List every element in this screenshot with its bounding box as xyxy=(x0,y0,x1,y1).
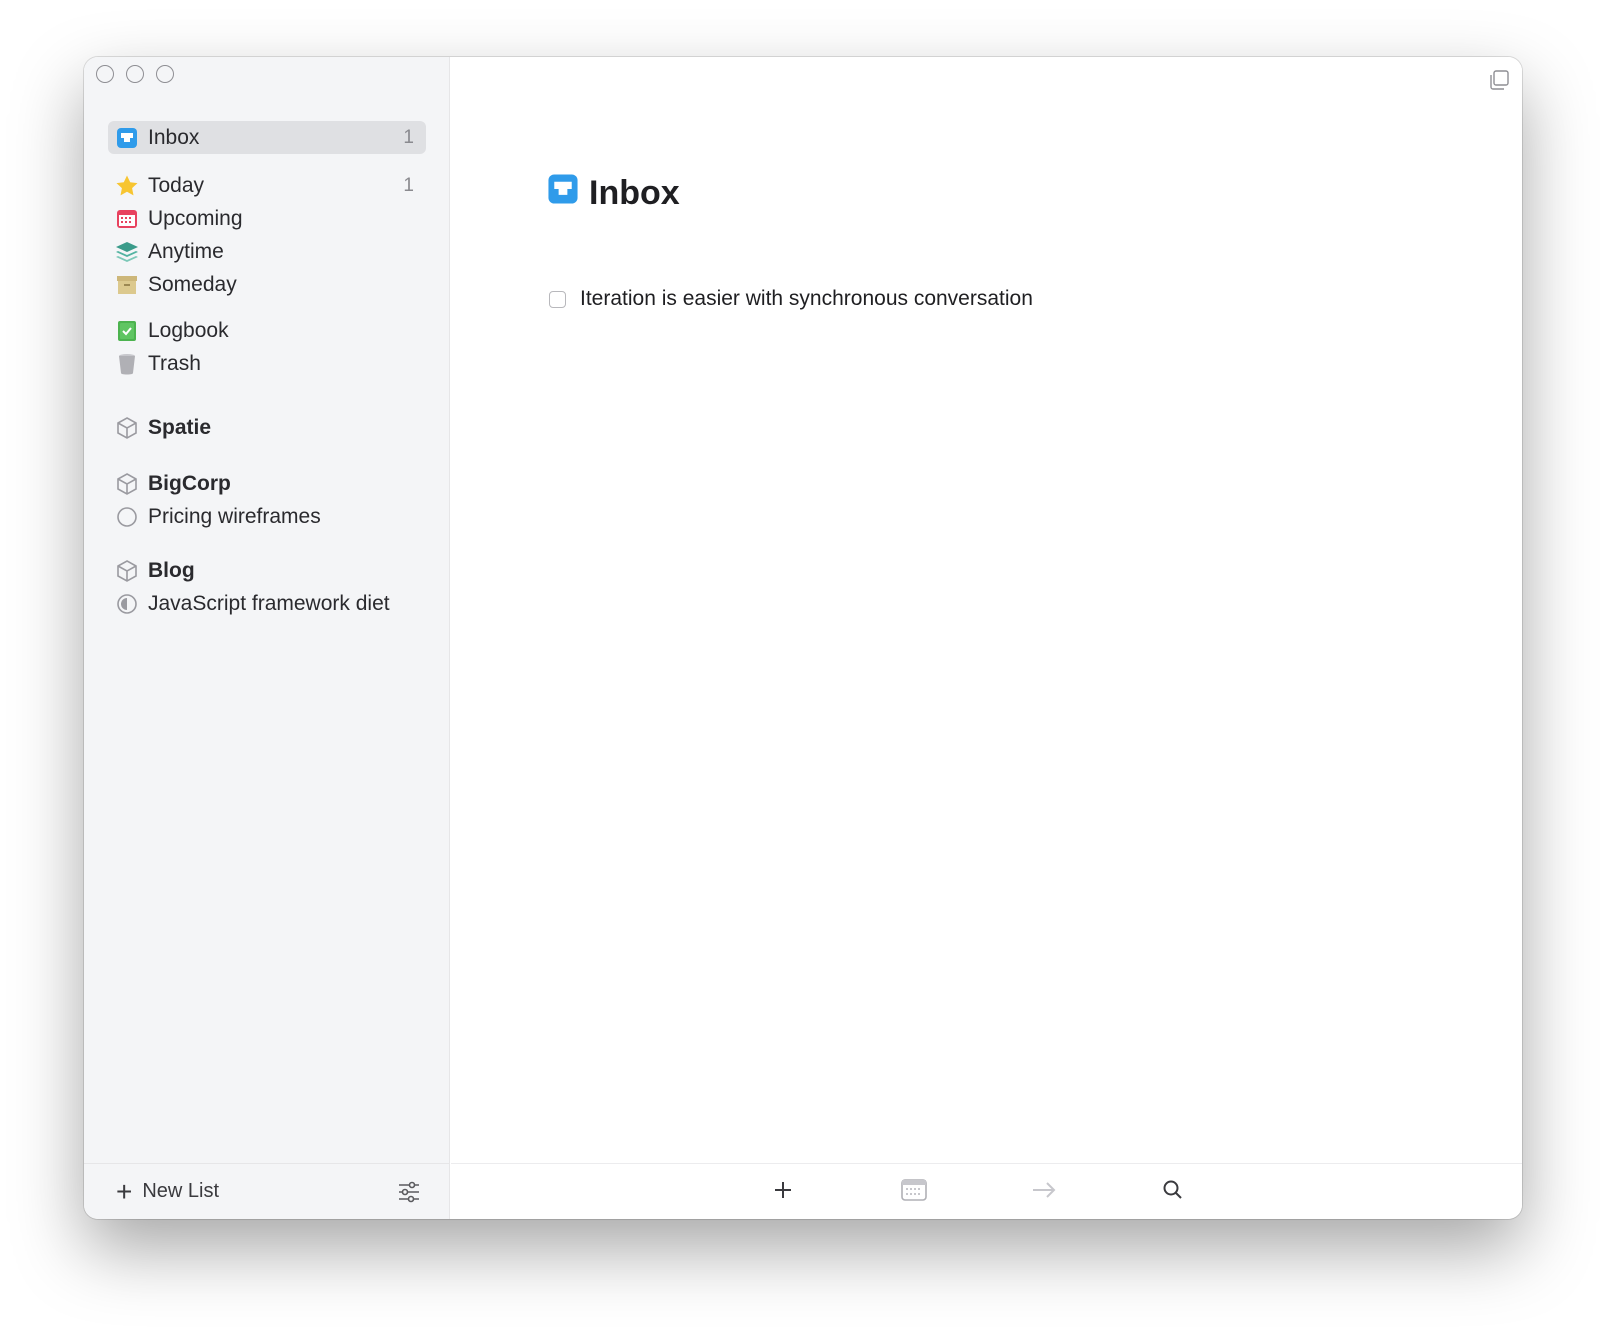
sidebar-item-count: 1 xyxy=(403,126,414,148)
sidebar-item-label: Inbox xyxy=(148,125,200,149)
sidebar-item-today[interactable]: Today 1 xyxy=(108,169,426,202)
project-javascript-framework-diet[interactable]: JavaScript framework diet xyxy=(108,587,426,620)
sidebar-item-count: 1 xyxy=(403,174,414,196)
sidebar-item-label: Today xyxy=(148,173,205,197)
area-cube-icon xyxy=(114,558,140,584)
area-cube-icon xyxy=(114,415,140,441)
sidebar-item-inbox[interactable]: Inbox 1 xyxy=(108,121,426,154)
inbox-icon xyxy=(547,173,579,214)
area-label: Spatie xyxy=(148,415,212,439)
project-pricing-wireframes[interactable]: Pricing wireframes xyxy=(108,500,426,533)
area-bigcorp[interactable]: BigCorp xyxy=(108,467,426,500)
area-cube-icon xyxy=(114,471,140,497)
sidebar-item-logbook[interactable]: Logbook xyxy=(108,314,426,347)
sidebar-item-label: Anytime xyxy=(148,239,224,263)
inbox-icon xyxy=(114,125,140,151)
minimize-window-button[interactable] xyxy=(126,65,144,83)
sidebar-item-trash[interactable]: Trash xyxy=(108,347,426,380)
bottom-toolbar xyxy=(451,1163,1522,1219)
task-row[interactable]: Iteration is easier with synchronous con… xyxy=(549,287,1033,311)
window-controls xyxy=(96,65,174,83)
sidebar-item-label: Logbook xyxy=(148,318,229,342)
project-label: Pricing wireframes xyxy=(148,504,321,528)
add-todo-button[interactable] xyxy=(771,1178,795,1207)
calendar-icon[interactable] xyxy=(901,1178,927,1207)
layers-icon xyxy=(114,239,140,265)
sidebar-item-label: Trash xyxy=(148,351,201,375)
sidebar-item-upcoming[interactable]: Upcoming xyxy=(108,202,426,235)
sidebar: Inbox 1 Today 1 Upcoming Anytime Someday… xyxy=(84,57,450,1219)
calendar-icon xyxy=(114,206,140,232)
area-label: BigCorp xyxy=(148,471,231,495)
area-blog[interactable]: Blog xyxy=(108,554,426,587)
sidebar-item-someday[interactable]: Someday xyxy=(108,268,426,301)
task-checkbox[interactable] xyxy=(549,290,566,308)
main-content: Inbox Iteration is easier with synchrono… xyxy=(451,57,1522,1219)
task-title[interactable]: Iteration is easier with synchronous con… xyxy=(580,287,1033,311)
project-label: JavaScript framework diet xyxy=(148,591,390,615)
sidebar-item-label: Upcoming xyxy=(148,206,243,230)
sidebar-item-label: Someday xyxy=(148,272,237,296)
close-window-button[interactable] xyxy=(96,65,114,83)
filter-sliders-icon[interactable] xyxy=(397,1180,421,1210)
page-title: Inbox xyxy=(547,173,680,214)
duplicate-window-icon[interactable] xyxy=(1488,69,1510,96)
area-spatie[interactable]: Spatie xyxy=(108,411,426,444)
app-window: Inbox 1 Today 1 Upcoming Anytime Someday… xyxy=(84,57,1522,1219)
star-icon xyxy=(114,173,140,199)
plus-icon[interactable]: + xyxy=(116,1177,132,1206)
area-label: Blog xyxy=(148,558,195,582)
trash-icon xyxy=(114,351,140,377)
search-icon[interactable] xyxy=(1161,1178,1185,1207)
project-circle-icon xyxy=(114,504,140,530)
logbook-icon xyxy=(114,318,140,344)
sidebar-footer: + New List xyxy=(84,1163,449,1219)
new-list-button[interactable]: New List xyxy=(142,1180,219,1203)
page-title-text: Inbox xyxy=(589,174,680,212)
archive-box-icon xyxy=(114,272,140,298)
move-arrow-icon[interactable] xyxy=(1031,1178,1057,1207)
sidebar-item-anytime[interactable]: Anytime xyxy=(108,235,426,268)
zoom-window-button[interactable] xyxy=(156,65,174,83)
project-progress-icon xyxy=(114,591,140,617)
